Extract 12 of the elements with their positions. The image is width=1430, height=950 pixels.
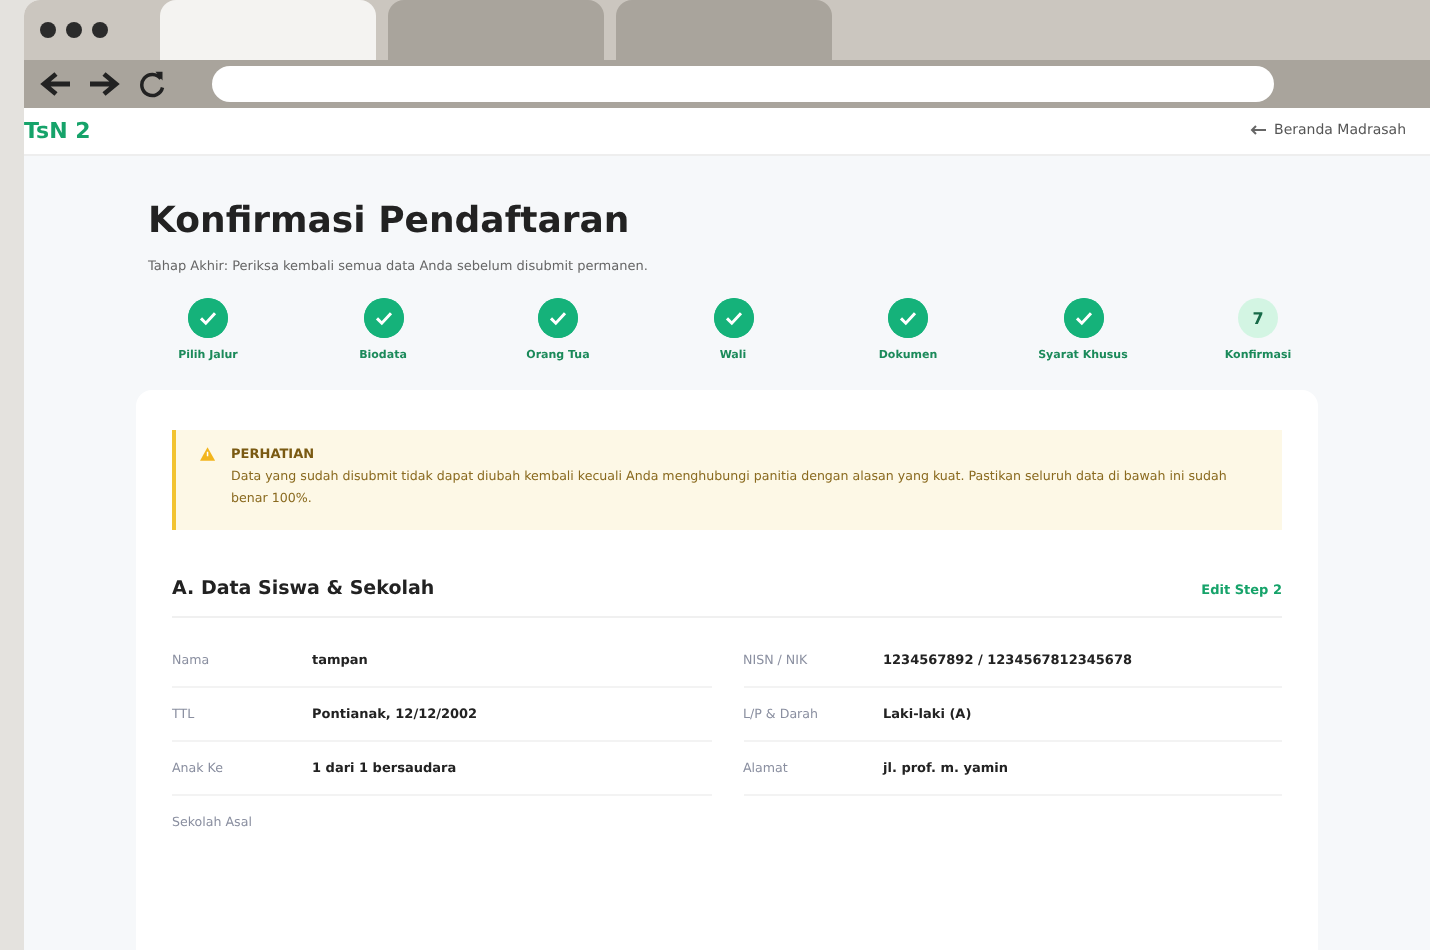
warning-icon: [200, 446, 216, 462]
section-title: A. Data Siswa & Sekolah: [172, 578, 435, 601]
left-arrow-icon: [1250, 124, 1267, 137]
browser-tab[interactable]: [160, 0, 376, 61]
reload-icon[interactable]: [136, 70, 168, 99]
address-bar[interactable]: [212, 66, 1274, 103]
back-arrow-icon[interactable]: [40, 70, 72, 99]
site-logo: TsN 2: [24, 117, 91, 144]
window-dots-icon: [40, 22, 108, 39]
step-number: 7: [1238, 298, 1278, 338]
page-title: Konfirmasi Pendaftaran: [148, 200, 632, 242]
forward-arrow-icon[interactable]: [88, 70, 120, 99]
